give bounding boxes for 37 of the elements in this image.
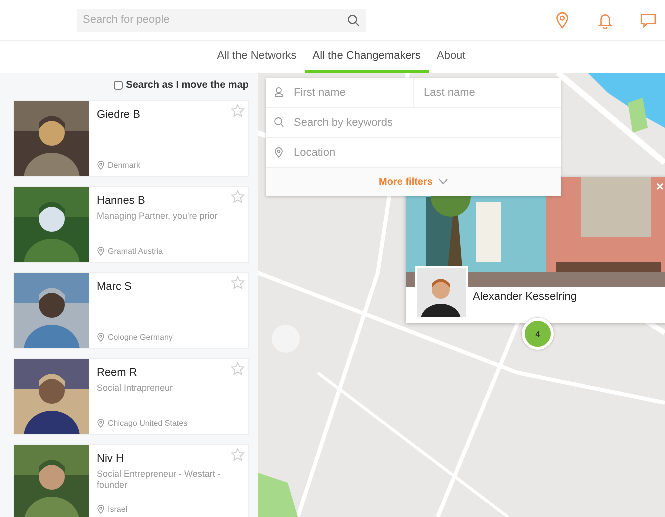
person-card[interactable]: Hannes B Managing Partner, you're prior Gramatl Austria	[13, 186, 249, 263]
location-pin-icon	[97, 247, 105, 256]
chat-bubble-icon[interactable]	[640, 12, 657, 28]
checkbox-label: Search as I move the map	[126, 80, 249, 91]
star-icon[interactable]	[231, 190, 245, 204]
search-field[interactable]: Search for people	[77, 8, 366, 32]
person-name: Reem R	[97, 367, 138, 379]
checkbox[interactable]	[114, 81, 124, 90]
person-card[interactable]: Marc S Cologne Germany	[13, 272, 249, 349]
location-pin-icon[interactable]	[554, 12, 571, 28]
person-name: Hannes B	[97, 195, 146, 207]
person-title: Social Intrapreneur	[97, 383, 174, 394]
person-name: Marc S	[97, 281, 133, 293]
person-name: Giedre B	[97, 109, 142, 121]
star-icon[interactable]	[231, 276, 245, 290]
person-location: Israel	[108, 505, 128, 514]
nav-tab[interactable]: About	[428, 41, 474, 73]
person-location: Chicago United States	[108, 419, 188, 428]
person-title: Managing Partner, you're prior	[97, 211, 219, 222]
person-location: Denmark	[108, 161, 140, 170]
location-pin-icon	[97, 333, 105, 342]
person-name: Niv H	[97, 453, 125, 465]
location-pin-icon	[97, 505, 105, 514]
person-card[interactable]: Reem R Social Intrapreneur Chicago United States	[13, 358, 249, 435]
person-location: Cologne Germany	[108, 333, 173, 342]
notification-bell-icon[interactable]	[597, 12, 614, 28]
search-icon	[347, 14, 360, 26]
star-icon[interactable]	[231, 362, 245, 376]
nav-tab[interactable]: All the Networks	[209, 41, 305, 73]
person-location: Gramatl Austria	[108, 247, 164, 256]
star-icon[interactable]	[231, 104, 245, 118]
star-icon[interactable]	[231, 448, 245, 462]
person-title: Social Entrepreneur - Westart - founder	[97, 469, 222, 491]
location-pin-icon	[97, 161, 105, 170]
location-pin-icon	[97, 419, 105, 428]
person-card[interactable]: Niv H Social Entrepreneur - Westart - founder Israel	[13, 444, 249, 517]
person-card[interactable]: Giedre B Denmark	[13, 100, 249, 177]
